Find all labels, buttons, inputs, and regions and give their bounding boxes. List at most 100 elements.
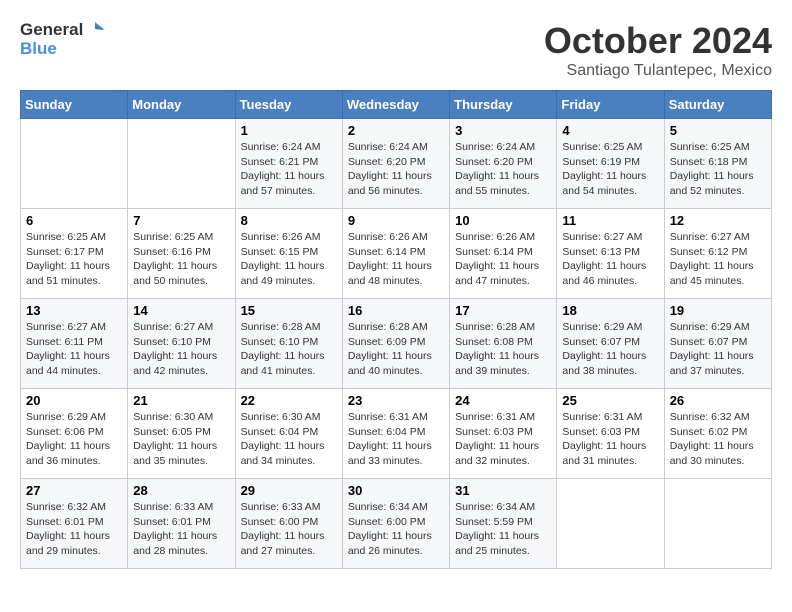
calendar-cell <box>557 479 664 569</box>
calendar-week-3: 13Sunrise: 6:27 AMSunset: 6:11 PMDayligh… <box>21 299 772 389</box>
calendar-cell: 5 Sunrise: 6:25 AMSunset: 6:18 PMDaylight… <box>664 119 771 209</box>
calendar-cell: 16 Sunrise: 6:28 AMSunset: 6:09 PMDayligh… <box>342 299 449 389</box>
day-info: Sunrise: 6:26 AMSunset: 6:14 PMDaylight:… <box>348 230 444 289</box>
day-header-thursday: Thursday <box>450 91 557 119</box>
day-number: 25 <box>562 393 658 408</box>
calendar-cell: 7 Sunrise: 6:25 AMSunset: 6:16 PMDaylight… <box>128 209 235 299</box>
day-info: Sunrise: 6:29 AMSunset: 6:06 PMDaylight:… <box>26 410 122 469</box>
logo-general: General <box>20 21 83 40</box>
title-block: October 2024 Santiago Tulantepec, Mexico <box>544 20 772 80</box>
day-number: 5 <box>670 123 766 138</box>
day-info: Sunrise: 6:31 AMSunset: 6:04 PMDaylight:… <box>348 410 444 469</box>
calendar-cell: 13Sunrise: 6:27 AMSunset: 6:11 PMDayligh… <box>21 299 128 389</box>
logo: General Blue <box>20 20 105 59</box>
calendar-week-5: 27 Sunrise: 6:32 AMSunset: 6:01 PMDayligh… <box>21 479 772 569</box>
header-row: SundayMondayTuesdayWednesdayThursdayFrid… <box>21 91 772 119</box>
day-header-saturday: Saturday <box>664 91 771 119</box>
day-info: Sunrise: 6:30 AMSunset: 6:04 PMDaylight:… <box>241 410 337 469</box>
calendar-cell: 6 Sunrise: 6:25 AMSunset: 6:17 PMDaylight… <box>21 209 128 299</box>
day-header-friday: Friday <box>557 91 664 119</box>
calendar-cell: 25 Sunrise: 6:31 AMSunset: 6:03 PMDayligh… <box>557 389 664 479</box>
calendar-cell: 17Sunrise: 6:28 AMSunset: 6:08 PMDayligh… <box>450 299 557 389</box>
day-info: Sunrise: 6:29 AMSunset: 6:07 PMDaylight:… <box>562 320 658 379</box>
calendar-cell: 22 Sunrise: 6:30 AMSunset: 6:04 PMDayligh… <box>235 389 342 479</box>
calendar-cell: 8Sunrise: 6:26 AMSunset: 6:15 PMDaylight… <box>235 209 342 299</box>
calendar-cell: 19 Sunrise: 6:29 AMSunset: 6:07 PMDayligh… <box>664 299 771 389</box>
calendar-cell: 24Sunrise: 6:31 AMSunset: 6:03 PMDayligh… <box>450 389 557 479</box>
day-number: 26 <box>670 393 766 408</box>
day-number: 15 <box>241 303 337 318</box>
day-number: 12 <box>670 213 766 228</box>
day-info: Sunrise: 6:32 AMSunset: 6:01 PMDaylight:… <box>26 500 122 559</box>
day-number: 21 <box>133 393 229 408</box>
day-info: Sunrise: 6:32 AMSunset: 6:02 PMDaylight:… <box>670 410 766 469</box>
day-number: 23 <box>348 393 444 408</box>
day-number: 7 <box>133 213 229 228</box>
day-number: 19 <box>670 303 766 318</box>
calendar-cell: 14 Sunrise: 6:27 AMSunset: 6:10 PMDayligh… <box>128 299 235 389</box>
day-number: 14 <box>133 303 229 318</box>
day-number: 20 <box>26 393 122 408</box>
day-info: Sunrise: 6:26 AMSunset: 6:14 PMDaylight:… <box>455 230 551 289</box>
day-number: 27 <box>26 483 122 498</box>
day-info: Sunrise: 6:27 AMSunset: 6:13 PMDaylight:… <box>562 230 658 289</box>
day-info: Sunrise: 6:24 AMSunset: 6:20 PMDaylight:… <box>348 140 444 199</box>
day-info: Sunrise: 6:27 AMSunset: 6:12 PMDaylight:… <box>670 230 766 289</box>
location: Santiago Tulantepec, Mexico <box>544 62 772 80</box>
calendar-cell: 11 Sunrise: 6:27 AMSunset: 6:13 PMDayligh… <box>557 209 664 299</box>
calendar-cell: 31 Sunrise: 6:34 AMSunset: 5:59 PMDayligh… <box>450 479 557 569</box>
calendar-cell: 27 Sunrise: 6:32 AMSunset: 6:01 PMDayligh… <box>21 479 128 569</box>
calendar-table: SundayMondayTuesdayWednesdayThursdayFrid… <box>20 90 772 569</box>
calendar-cell: 18 Sunrise: 6:29 AMSunset: 6:07 PMDayligh… <box>557 299 664 389</box>
calendar-week-2: 6 Sunrise: 6:25 AMSunset: 6:17 PMDaylight… <box>21 209 772 299</box>
calendar-cell: 28 Sunrise: 6:33 AMSunset: 6:01 PMDayligh… <box>128 479 235 569</box>
day-number: 18 <box>562 303 658 318</box>
day-info: Sunrise: 6:27 AMSunset: 6:11 PMDaylight:… <box>26 320 122 379</box>
day-info: Sunrise: 6:34 AMSunset: 5:59 PMDaylight:… <box>455 500 551 559</box>
day-info: Sunrise: 6:26 AMSunset: 6:15 PMDaylight:… <box>241 230 337 289</box>
day-info: Sunrise: 6:25 AMSunset: 6:16 PMDaylight:… <box>133 230 229 289</box>
calendar-cell: 20 Sunrise: 6:29 AMSunset: 6:06 PMDayligh… <box>21 389 128 479</box>
day-number: 10 <box>455 213 551 228</box>
day-number: 6 <box>26 213 122 228</box>
day-number: 11 <box>562 213 658 228</box>
day-info: Sunrise: 6:28 AMSunset: 6:09 PMDaylight:… <box>348 320 444 379</box>
calendar-cell: 23 Sunrise: 6:31 AMSunset: 6:04 PMDayligh… <box>342 389 449 479</box>
calendar-cell <box>664 479 771 569</box>
calendar-cell: 4Sunrise: 6:25 AMSunset: 6:19 PMDaylight… <box>557 119 664 209</box>
day-number: 4 <box>562 123 658 138</box>
logo-blue: Blue <box>20 40 57 59</box>
day-number: 3 <box>455 123 551 138</box>
calendar-cell: 10 Sunrise: 6:26 AMSunset: 6:14 PMDayligh… <box>450 209 557 299</box>
day-info: Sunrise: 6:31 AMSunset: 6:03 PMDaylight:… <box>562 410 658 469</box>
day-header-sunday: Sunday <box>21 91 128 119</box>
calendar-cell: 9Sunrise: 6:26 AMSunset: 6:14 PMDaylight… <box>342 209 449 299</box>
calendar-cell: 15Sunrise: 6:28 AMSunset: 6:10 PMDayligh… <box>235 299 342 389</box>
day-number: 1 <box>241 123 337 138</box>
day-info: Sunrise: 6:24 AMSunset: 6:20 PMDaylight:… <box>455 140 551 199</box>
calendar-week-4: 20 Sunrise: 6:29 AMSunset: 6:06 PMDayligh… <box>21 389 772 479</box>
calendar-cell: 21Sunrise: 6:30 AMSunset: 6:05 PMDayligh… <box>128 389 235 479</box>
day-info: Sunrise: 6:27 AMSunset: 6:10 PMDaylight:… <box>133 320 229 379</box>
day-info: Sunrise: 6:24 AMSunset: 6:21 PMDaylight:… <box>241 140 337 199</box>
calendar-cell <box>128 119 235 209</box>
day-info: Sunrise: 6:33 AMSunset: 6:01 PMDaylight:… <box>133 500 229 559</box>
day-number: 2 <box>348 123 444 138</box>
logo-bird-icon <box>85 20 105 40</box>
calendar-cell: 29Sunrise: 6:33 AMSunset: 6:00 PMDayligh… <box>235 479 342 569</box>
day-info: Sunrise: 6:29 AMSunset: 6:07 PMDaylight:… <box>670 320 766 379</box>
day-number: 31 <box>455 483 551 498</box>
day-header-monday: Monday <box>128 91 235 119</box>
calendar-cell <box>21 119 128 209</box>
day-info: Sunrise: 6:25 AMSunset: 6:17 PMDaylight:… <box>26 230 122 289</box>
page-header: General Blue October 2024 Santiago Tulan… <box>20 20 772 80</box>
calendar-cell: 26 Sunrise: 6:32 AMSunset: 6:02 PMDayligh… <box>664 389 771 479</box>
calendar-cell: 1 Sunrise: 6:24 AMSunset: 6:21 PMDaylight… <box>235 119 342 209</box>
day-number: 28 <box>133 483 229 498</box>
calendar-cell: 2 Sunrise: 6:24 AMSunset: 6:20 PMDaylight… <box>342 119 449 209</box>
day-header-tuesday: Tuesday <box>235 91 342 119</box>
day-number: 22 <box>241 393 337 408</box>
day-info: Sunrise: 6:25 AMSunset: 6:18 PMDaylight:… <box>670 140 766 199</box>
calendar-cell: 30Sunrise: 6:34 AMSunset: 6:00 PMDayligh… <box>342 479 449 569</box>
day-number: 16 <box>348 303 444 318</box>
